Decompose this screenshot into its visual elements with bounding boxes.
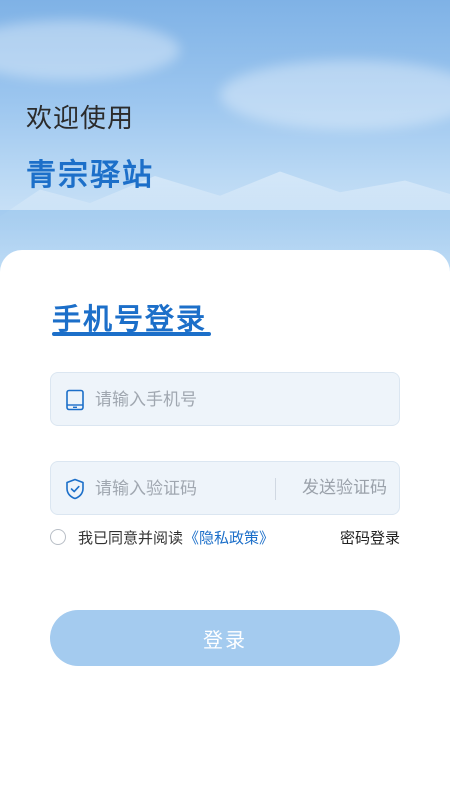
login-button[interactable]: 登录 xyxy=(50,610,400,666)
app-name: 青宗驿站 xyxy=(26,158,154,193)
phone-field xyxy=(50,372,400,427)
login-card: 手机号登录 发送验证码 我已同意并阅读 《隐私政策》 密码登录 登录 xyxy=(0,250,450,800)
header-banner: 欢迎使用 青宗驿站 xyxy=(0,0,450,290)
phone-input[interactable] xyxy=(93,373,387,427)
phone-icon xyxy=(66,389,84,411)
password-login-link[interactable]: 密码登录 xyxy=(340,528,400,548)
agreement-row: 我已同意并阅读 《隐私政策》 密码登录 xyxy=(50,528,400,550)
agree-radio[interactable] xyxy=(50,529,66,545)
welcome-text: 欢迎使用 xyxy=(26,104,135,134)
cloud-decoration xyxy=(0,20,180,80)
agree-text: 我已同意并阅读 xyxy=(78,529,184,547)
privacy-policy-link[interactable]: 《隐私政策》 xyxy=(184,528,274,548)
cloud-decoration xyxy=(220,60,450,130)
send-code-button[interactable]: 发送验证码 xyxy=(302,462,387,514)
code-field: 发送验证码 xyxy=(50,461,400,516)
title-underline xyxy=(52,332,211,336)
code-input[interactable] xyxy=(93,462,267,516)
field-divider xyxy=(275,478,276,500)
shield-check-icon xyxy=(66,478,84,500)
